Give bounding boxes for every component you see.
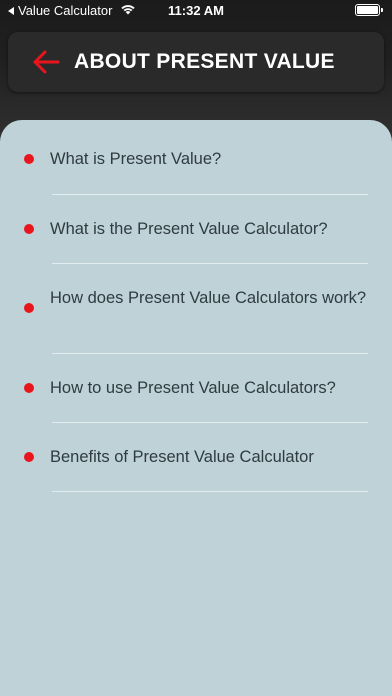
bullet-dot-icon xyxy=(24,383,34,393)
list-item-label: What is the Present Value Calculator? xyxy=(50,220,328,238)
battery-icon xyxy=(355,4,383,16)
bullet-dot-icon xyxy=(24,154,34,164)
content-panel: What is Present Value? What is the Prese… xyxy=(0,120,392,696)
list-item-how-does-it-work[interactable]: How does Present Value Calculators work? xyxy=(0,264,392,354)
back-arrow-icon xyxy=(33,50,60,74)
status-bar: Value Calculator 11:32 AM xyxy=(0,0,392,22)
list-item-label: How does Present Value Calculators work? xyxy=(50,289,367,307)
list-item-benefits[interactable]: Benefits of Present Value Calculator xyxy=(0,423,392,492)
list-item-label: How to use Present Value Calculators? xyxy=(50,379,336,397)
divider xyxy=(52,491,368,492)
list-item-what-is-present-value[interactable]: What is Present Value? xyxy=(0,120,392,195)
list-item-label: Benefits of Present Value Calculator xyxy=(50,448,314,466)
bullet-dot-icon xyxy=(24,224,34,234)
header-bar: ABOUT PRESENT VALUE xyxy=(8,32,384,92)
back-button[interactable] xyxy=(26,42,66,82)
page-title: ABOUT PRESENT VALUE xyxy=(74,50,335,73)
list-item-what-is-calculator[interactable]: What is the Present Value Calculator? xyxy=(0,195,392,264)
status-time: 11:32 AM xyxy=(168,3,224,18)
list-item-how-to-use[interactable]: How to use Present Value Calculators? xyxy=(0,354,392,423)
bullet-dot-icon xyxy=(24,303,34,313)
bullet-dot-icon xyxy=(24,452,34,462)
list-item-label: What is Present Value? xyxy=(50,150,222,168)
